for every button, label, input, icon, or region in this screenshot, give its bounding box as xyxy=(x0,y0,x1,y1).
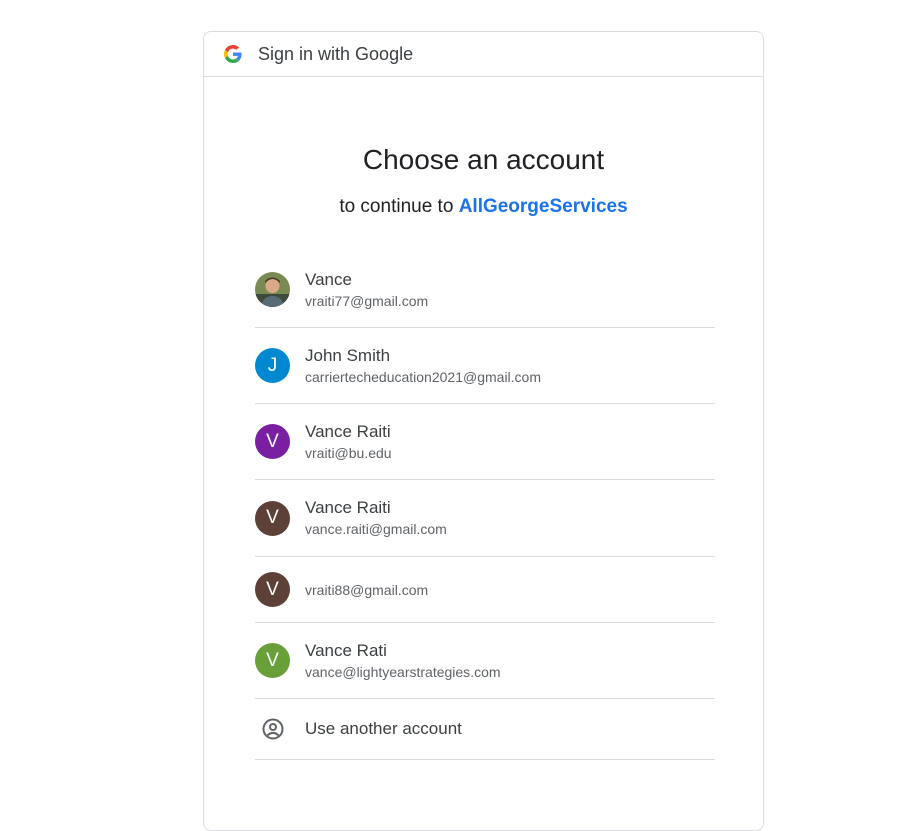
google-g-icon xyxy=(224,45,242,63)
avatar: V xyxy=(255,424,290,459)
account-circle-icon xyxy=(255,712,290,747)
account-email: vraiti@bu.edu xyxy=(305,444,392,461)
avatar: V xyxy=(255,643,290,678)
account-list: Vance vraiti77@gmail.com J John Smith ca… xyxy=(255,252,715,760)
use-another-account-label: Use another account xyxy=(305,719,462,738)
account-email: vraiti88@gmail.com xyxy=(305,582,429,598)
use-another-account-button[interactable]: Use another account xyxy=(255,699,715,760)
account-name: Vance Raiti xyxy=(305,421,391,441)
header-title: Sign in with Google xyxy=(258,43,414,64)
account-row[interactable]: Vance vraiti77@gmail.com xyxy=(255,252,715,328)
account-row[interactable]: V vraiti88@gmail.com xyxy=(255,557,715,623)
account-row[interactable]: J John Smith carriertecheducation2021@gm… xyxy=(255,328,715,404)
account-row[interactable]: V Vance Rati vance@lightyearstrategies.c… xyxy=(255,623,715,699)
subheading-prefix: to continue to xyxy=(339,196,459,217)
avatar: V xyxy=(255,572,290,607)
account-email: vraiti77@gmail.com xyxy=(305,292,429,309)
account-email: carriertecheducation2021@gmail.com xyxy=(305,368,541,385)
app-name-link[interactable]: AllGeorgeServices xyxy=(459,196,628,217)
account-email: vance.raiti@gmail.com xyxy=(305,521,447,537)
account-name: Vance Rati xyxy=(305,640,387,660)
account-name: Vance Raiti xyxy=(305,498,391,517)
account-row[interactable]: V Vance Raiti vraiti@bu.edu xyxy=(255,404,715,480)
page-title: Choose an account xyxy=(362,144,605,175)
account-email: vance@lightyearstrategies.com xyxy=(305,663,501,680)
card-header: Sign in with Google xyxy=(204,32,763,77)
subheading: to continue to AllGeorgeServices xyxy=(204,196,763,218)
avatar: J xyxy=(255,348,290,383)
account-name: John Smith xyxy=(305,345,391,365)
account-name: Vance xyxy=(305,269,352,289)
avatar-photo xyxy=(255,272,290,307)
avatar: V xyxy=(255,500,290,536)
account-row[interactable]: V Vance Raiti vance.raiti@gmail.com xyxy=(255,480,715,557)
sign-in-card: Sign in with Google Choose an account to… xyxy=(203,31,764,831)
